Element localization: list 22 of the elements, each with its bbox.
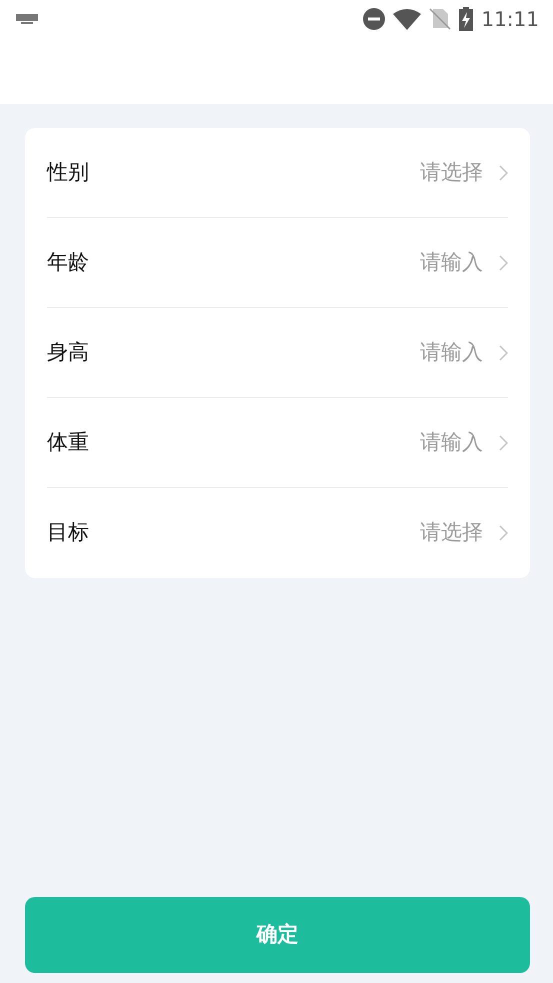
confirm-button[interactable]: 确定 xyxy=(25,897,530,973)
field-placeholder[interactable]: 请输入 xyxy=(420,246,483,278)
chevron-right-icon[interactable] xyxy=(499,254,508,270)
no-sim-icon xyxy=(429,8,452,30)
clock-time: 11:11 xyxy=(481,6,539,33)
field-placeholder[interactable]: 请选择 xyxy=(420,517,483,549)
field-placeholder[interactable]: 请输入 xyxy=(420,336,483,368)
chevron-right-icon[interactable] xyxy=(499,434,508,450)
field-placeholder[interactable]: 请输入 xyxy=(420,426,483,458)
field-placeholder[interactable]: 请选择 xyxy=(420,156,483,188)
battery-charging-icon xyxy=(459,7,474,31)
wifi-icon xyxy=(393,8,422,30)
do-not-disturb-icon xyxy=(363,8,386,30)
field-label: 年龄 xyxy=(47,248,89,276)
keyboard-icon xyxy=(16,14,38,24)
field-label: 身高 xyxy=(47,338,89,366)
chevron-right-icon[interactable] xyxy=(499,164,508,180)
field-label: 目标 xyxy=(47,519,89,546)
field-label: 性别 xyxy=(47,158,89,186)
chevron-right-icon[interactable] xyxy=(499,525,508,541)
field-label: 体重 xyxy=(47,428,89,456)
chevron-right-icon[interactable] xyxy=(499,344,508,360)
